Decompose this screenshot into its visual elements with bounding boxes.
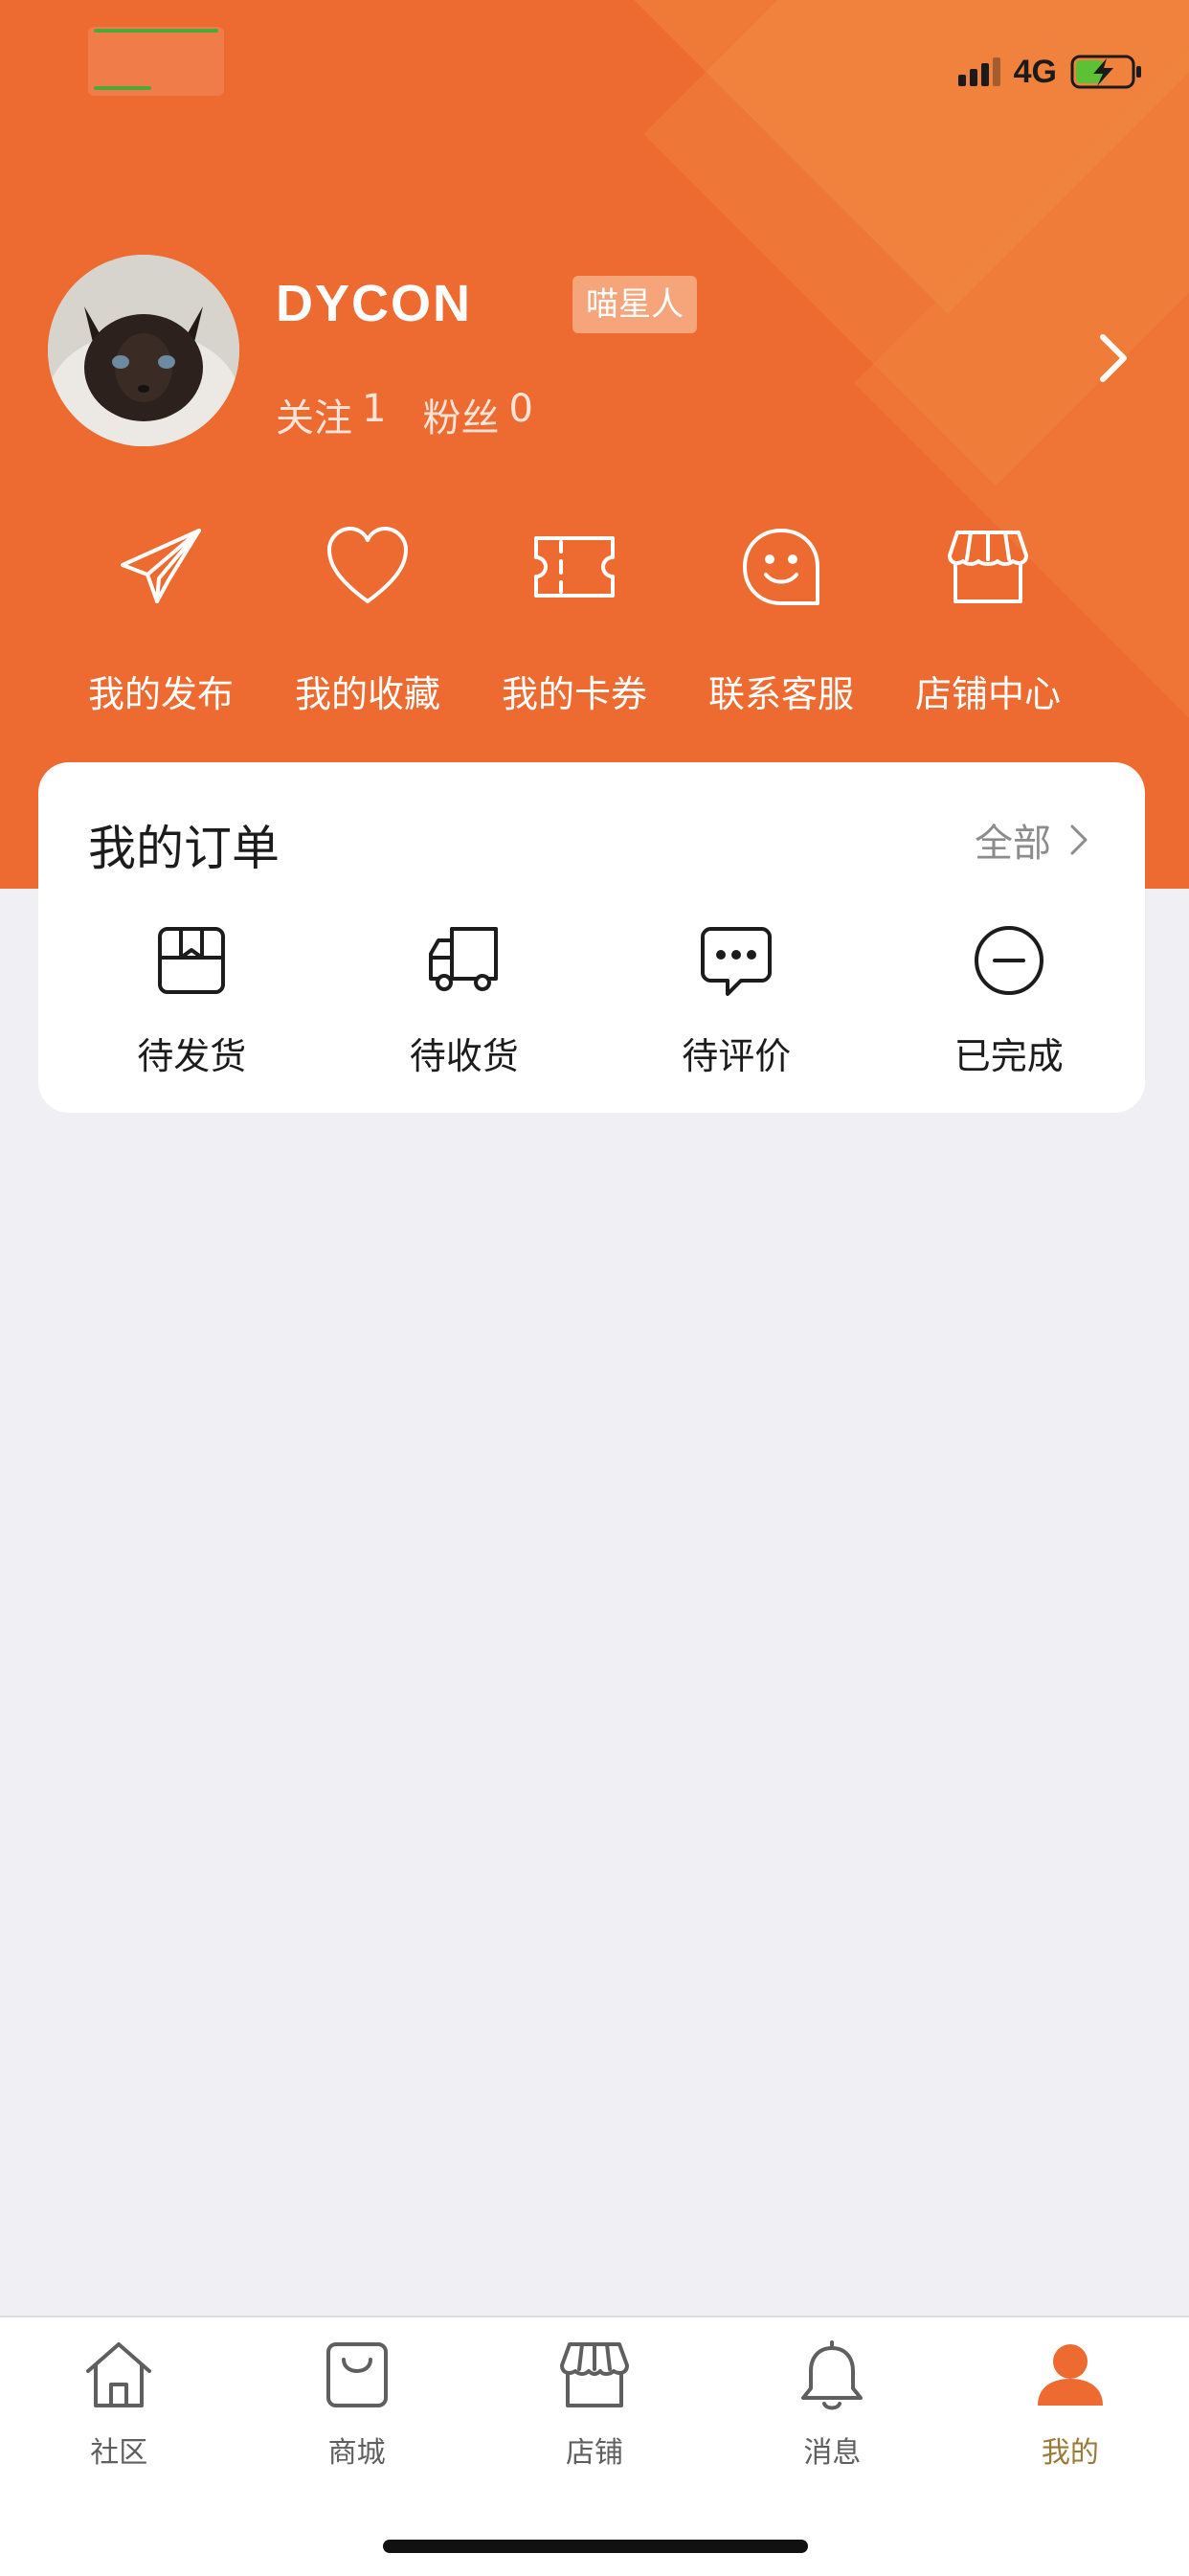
quick-action-store-center[interactable]: 店铺中心 bbox=[885, 521, 1091, 717]
quick-action-my-posts[interactable]: 我的发布 bbox=[57, 521, 264, 717]
followers-stat[interactable]: 粉丝 0 bbox=[422, 387, 532, 442]
tab-store[interactable]: 店铺 bbox=[476, 2337, 713, 2471]
network-type: 4G bbox=[1013, 53, 1057, 90]
minus-circle-icon bbox=[974, 926, 1043, 995]
order-status-pending-receipt[interactable]: 待收货 bbox=[328, 921, 601, 1079]
box-icon bbox=[158, 927, 226, 994]
order-status-label: 已完成 bbox=[953, 1035, 1064, 1077]
follow-stats: 关注 1 粉丝 0 bbox=[276, 387, 533, 442]
smile-chat-icon bbox=[743, 529, 819, 605]
home-indicator[interactable] bbox=[383, 2540, 808, 2553]
battery-charging-icon bbox=[1070, 55, 1141, 89]
tab-label: 商城 bbox=[327, 2436, 386, 2470]
status-bar-right: 4G bbox=[957, 48, 1143, 96]
quick-action-label: 联系客服 bbox=[707, 673, 854, 715]
following-label: 关注 bbox=[276, 396, 352, 441]
tab-label: 社区 bbox=[90, 2436, 148, 2470]
order-status-label: 待发货 bbox=[137, 1035, 247, 1077]
paper-plane-icon bbox=[121, 529, 201, 603]
store-icon bbox=[560, 2342, 630, 2407]
chevron-right-icon[interactable] bbox=[1097, 331, 1132, 385]
quick-action-label: 我的卡券 bbox=[501, 673, 647, 715]
order-status-pending-shipment[interactable]: 待发货 bbox=[56, 921, 328, 1079]
cellular-signal-icon bbox=[957, 57, 1000, 86]
tab-list: 社区 商城 店铺 消息 我的 bbox=[0, 2337, 1189, 2471]
quick-action-label: 我的发布 bbox=[87, 673, 234, 715]
bell-icon bbox=[801, 2340, 864, 2410]
profile-header: 4G DYCON 喵星人 关注 1 粉丝 0 我的发布 我的收藏 我的卡券 联系… bbox=[0, 0, 1189, 889]
ticket-icon bbox=[534, 536, 615, 598]
shopping-bag-icon bbox=[325, 2342, 388, 2407]
heart-icon bbox=[327, 527, 408, 603]
quick-action-customer-service[interactable]: 联系客服 bbox=[678, 521, 885, 717]
quick-actions: 我的发布 我的收藏 我的卡券 联系客服 店铺中心 bbox=[57, 521, 1091, 717]
order-status-label: 待评价 bbox=[682, 1035, 792, 1077]
tab-me[interactable]: 我的 bbox=[952, 2337, 1189, 2471]
followers-label: 粉丝 bbox=[422, 396, 500, 441]
following-stat[interactable]: 关注 1 bbox=[276, 387, 386, 442]
order-status-pending-review[interactable]: 待评价 bbox=[600, 921, 873, 1079]
tab-label: 我的 bbox=[1041, 2436, 1099, 2470]
user-level-badge: 喵星人 bbox=[572, 276, 697, 333]
tab-label: 消息 bbox=[803, 2436, 862, 2470]
following-count: 1 bbox=[362, 387, 387, 431]
orders-view-all-label: 全部 bbox=[975, 822, 1051, 866]
person-icon bbox=[1037, 2344, 1103, 2406]
truck-icon bbox=[428, 927, 498, 991]
tab-community[interactable]: 社区 bbox=[0, 2337, 237, 2471]
status-time-redacted bbox=[88, 27, 224, 96]
tab-mall[interactable]: 商城 bbox=[237, 2337, 475, 2471]
avatar[interactable] bbox=[48, 255, 239, 446]
cat-avatar-icon bbox=[48, 255, 239, 446]
order-status-completed[interactable]: 已完成 bbox=[873, 921, 1146, 1079]
home-icon bbox=[86, 2342, 152, 2407]
tab-messages[interactable]: 消息 bbox=[713, 2337, 951, 2471]
my-orders-card: 我的订单 全部 待发货 待收货 待评价 已完成 bbox=[38, 762, 1145, 1113]
chevron-right-icon bbox=[1070, 825, 1088, 855]
orders-view-all[interactable]: 全部 bbox=[975, 812, 1089, 868]
followers-count: 0 bbox=[508, 387, 533, 431]
order-status-label: 待收货 bbox=[409, 1035, 519, 1077]
quick-action-label: 店铺中心 bbox=[914, 673, 1061, 715]
order-status-list: 待发货 待收货 待评价 已完成 bbox=[38, 921, 1145, 1079]
orders-title: 我的订单 bbox=[88, 821, 280, 876]
chat-bubble-icon bbox=[701, 927, 773, 996]
quick-action-coupons[interactable]: 我的卡券 bbox=[471, 521, 678, 717]
store-icon bbox=[948, 531, 1028, 603]
quick-action-label: 我的收藏 bbox=[294, 673, 440, 715]
tab-label: 店铺 bbox=[566, 2436, 624, 2470]
quick-action-favorites[interactable]: 我的收藏 bbox=[264, 521, 471, 717]
user-name: DYCON bbox=[276, 275, 473, 332]
bottom-tab-bar: 社区 商城 店铺 消息 我的 bbox=[0, 2316, 1189, 2576]
